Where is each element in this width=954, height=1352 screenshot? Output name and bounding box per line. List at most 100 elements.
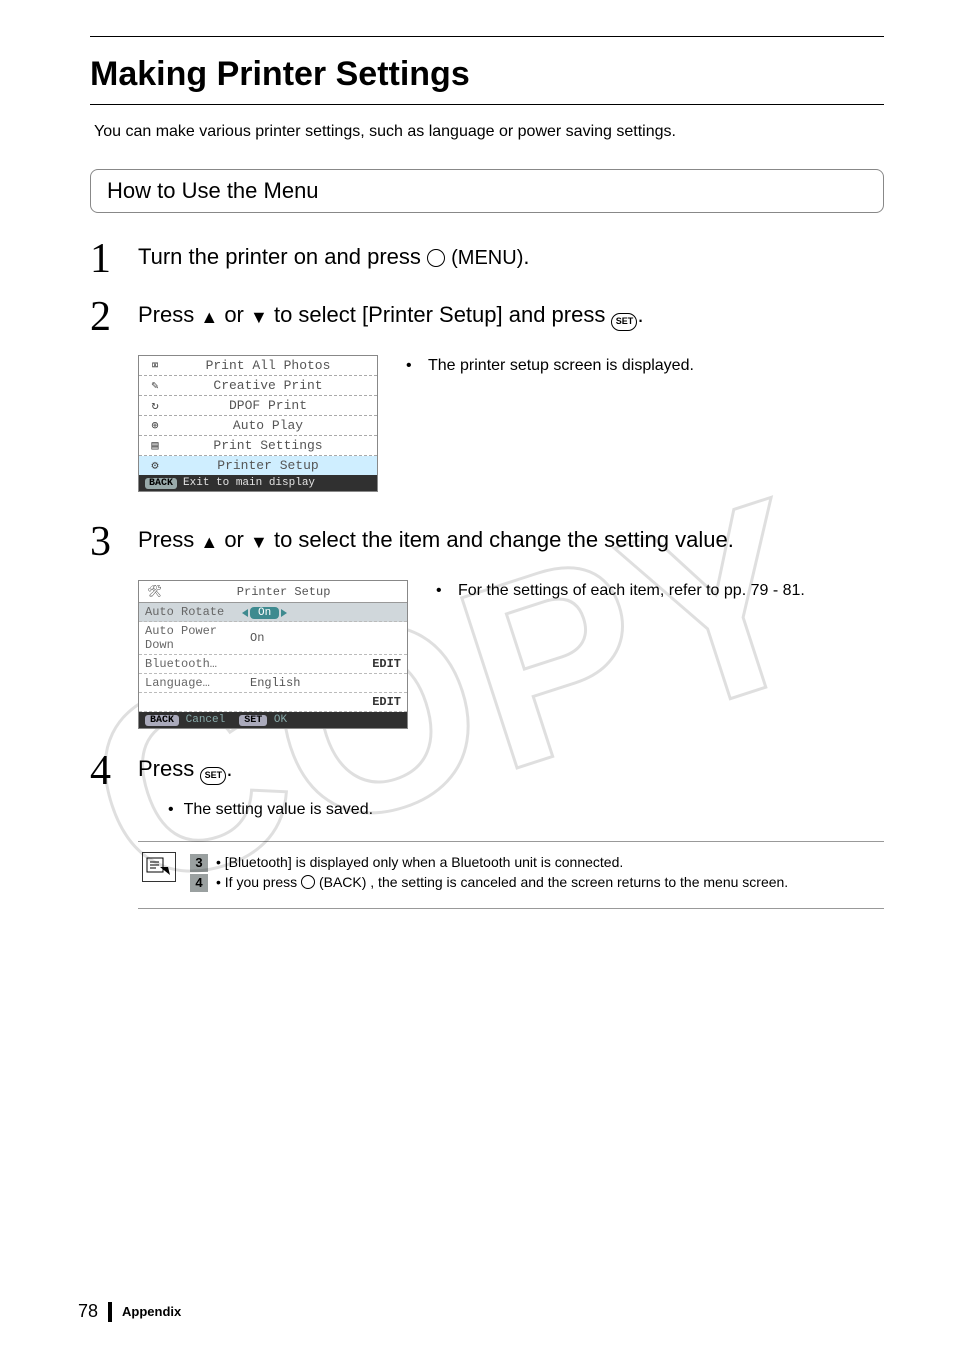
- text: Press: [138, 527, 200, 552]
- setup-value: On: [250, 605, 357, 619]
- section-heading: How to Use the Menu: [90, 169, 884, 213]
- menu-item-icon: ⚙: [145, 458, 165, 473]
- menu-item-label: Auto Play: [165, 418, 371, 433]
- text: .: [523, 244, 529, 269]
- text: or: [224, 527, 250, 552]
- menu-item: ▤Print Settings: [139, 436, 377, 456]
- set-label: OK: [274, 714, 287, 726]
- menu-item: ↻DPOF Print: [139, 396, 377, 416]
- down-arrow-icon: ▼: [250, 532, 268, 552]
- text: Press: [138, 756, 200, 781]
- step-number: 4: [90, 747, 111, 795]
- page: COPY Making Printer Settings You can mak…: [0, 0, 954, 1352]
- setup-screenshot: 🛠 Printer Setup Auto RotateOnAuto Power …: [138, 580, 408, 729]
- menu-item-label: Creative Print: [165, 378, 371, 393]
- step-number: 3: [90, 518, 111, 566]
- setup-edit: EDIT: [357, 695, 401, 709]
- step-3-caption: • For the settings of each item, refer t…: [436, 582, 884, 600]
- menu-item-icon: ⌧: [145, 358, 165, 373]
- note-line-3: 3 • [Bluetooth] is displayed only when a…: [190, 854, 880, 872]
- step-1: 1 Turn the printer on and press (MENU).: [138, 243, 884, 279]
- set-icon: SET: [611, 313, 637, 331]
- menu-item-icon: ✎: [145, 378, 165, 393]
- top-rule: [90, 36, 884, 37]
- down-arrow-icon: ▼: [250, 307, 268, 327]
- note-line-4: 4 • If you press (BACK) , the setting is…: [190, 874, 880, 892]
- circle-icon: [427, 249, 445, 267]
- note-ref-4: 4: [190, 874, 208, 892]
- up-arrow-icon: ▲: [200, 532, 218, 552]
- step-2-text: Press ▲ or ▼ to select [Printer Setup] a…: [138, 301, 884, 337]
- step-4: 4 Press SET. • The setting value is save…: [138, 755, 884, 819]
- step-2-caption: • The printer setup screen is displayed.: [406, 357, 884, 375]
- page-number: 78: [78, 1301, 98, 1322]
- menu-item: ⊕Auto Play: [139, 416, 377, 436]
- back-badge: BACK: [145, 478, 177, 489]
- set-icon: SET: [200, 767, 226, 785]
- setup-row: Auto Power DownOn: [139, 622, 407, 655]
- text: .: [637, 302, 643, 327]
- menu-label: (MENU): [451, 247, 523, 269]
- steps-container: 1 Turn the printer on and press (MENU). …: [90, 243, 884, 909]
- setup-header: 🛠 Printer Setup: [139, 581, 407, 603]
- note-4-text: • If you press (BACK) , the setting is c…: [216, 874, 788, 890]
- menu-footer-text: Exit to main display: [183, 477, 315, 489]
- back-badge: BACK: [145, 715, 179, 726]
- menu-item: ⚙Printer Setup: [139, 456, 377, 475]
- up-arrow-icon: ▲: [200, 307, 218, 327]
- menu-item-label: Printer Setup: [165, 458, 371, 473]
- circle-icon: [301, 875, 315, 889]
- set-badge: SET: [239, 715, 267, 726]
- setup-title: Printer Setup: [168, 585, 399, 599]
- text: to select the item and change the settin…: [274, 527, 734, 552]
- step-1-text: Turn the printer on and press (MENU).: [138, 243, 884, 279]
- bullet-dot: •: [436, 582, 448, 600]
- text: • If you press: [216, 874, 301, 890]
- back-label: Cancel: [186, 714, 226, 726]
- menu-item-label: DPOF Print: [165, 398, 371, 413]
- menu-item-label: Print All Photos: [165, 358, 371, 373]
- note-icon: [142, 852, 176, 882]
- setup-key: Language…: [145, 676, 250, 690]
- text: to select [Printer Setup] and press: [274, 302, 612, 327]
- toolset-icon: 🛠: [147, 584, 162, 599]
- caption-text: For the settings of each item, refer to …: [458, 582, 805, 600]
- bullet-dot: •: [168, 801, 174, 819]
- setup-value: English: [250, 676, 357, 690]
- menu-item-label: Print Settings: [165, 438, 371, 453]
- step-2: 2 Press ▲ or ▼ to select [Printer Setup]…: [138, 301, 884, 492]
- menu-item: ⌧Print All Photos: [139, 356, 377, 376]
- page-title: Making Printer Settings: [90, 51, 884, 105]
- intro-text: You can make various printer settings, s…: [90, 123, 884, 141]
- menu-item-icon: ⊕: [145, 418, 165, 433]
- note-rule-bottom: [138, 908, 884, 909]
- text: , the setting is canceled and the screen…: [370, 874, 788, 890]
- value-pill: On: [250, 607, 279, 619]
- step-number: 2: [90, 293, 111, 341]
- step-number: 1: [90, 235, 111, 283]
- text: .: [226, 756, 232, 781]
- setup-row: EDIT: [139, 693, 407, 712]
- page-footer: 78 Appendix: [78, 1301, 181, 1322]
- setup-row: Auto RotateOn: [139, 603, 407, 622]
- footer-bar: [108, 1302, 112, 1322]
- step-4-text: Press SET.: [138, 755, 884, 791]
- bullet-dot: •: [406, 357, 418, 375]
- bullet-text: The setting value is saved.: [184, 801, 373, 819]
- text: Turn the printer on and press: [138, 244, 427, 269]
- setup-value: On: [250, 631, 357, 645]
- back-label: (BACK): [319, 874, 366, 890]
- menu-item-icon: ↻: [145, 398, 165, 413]
- text: or: [224, 302, 250, 327]
- setup-row: Language…English: [139, 674, 407, 693]
- setup-key: Auto Power Down: [145, 624, 250, 652]
- note-3-text: • [Bluetooth] is displayed only when a B…: [216, 854, 623, 870]
- menu-item: ✎Creative Print: [139, 376, 377, 396]
- step-4-bullet: • The setting value is saved.: [138, 801, 884, 819]
- caption-text: The printer setup screen is displayed.: [428, 357, 694, 375]
- step-3-text: Press ▲ or ▼ to select the item and chan…: [138, 526, 884, 562]
- setup-key: Auto Rotate: [145, 605, 250, 619]
- text: Press: [138, 302, 200, 327]
- footer-section: Appendix: [122, 1304, 181, 1319]
- setup-footer: BACK Cancel SET OK: [139, 712, 407, 728]
